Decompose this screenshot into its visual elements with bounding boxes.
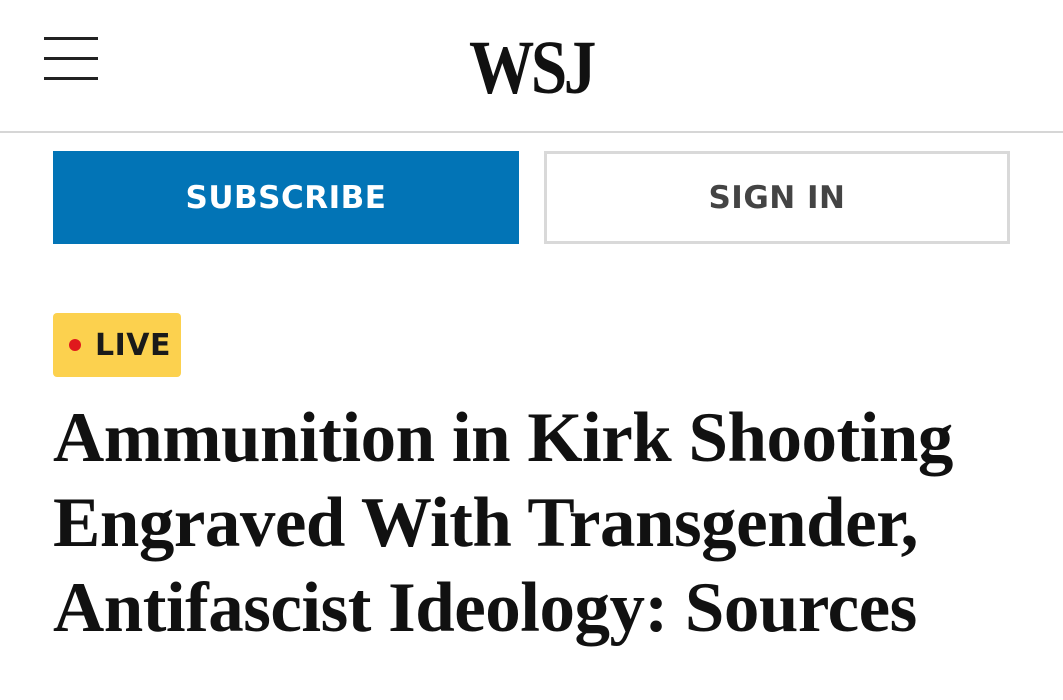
article-headline[interactable]: Ammunition in Kirk Shooting Engraved Wit… [53,396,1033,651]
hamburger-menu-icon[interactable] [40,30,104,88]
live-badge: LIVE [53,313,181,377]
wsj-logo[interactable]: WSJ [445,28,617,108]
live-badge-label: LIVE [95,327,171,363]
live-dot-icon [69,339,81,351]
subscribe-button[interactable]: SUBSCRIBE [53,151,519,244]
menu-bar [44,37,98,40]
menu-bar [44,77,98,80]
menu-bar [44,57,98,60]
sign-in-button[interactable]: SIGN IN [544,151,1010,244]
site-header: WSJ [0,0,1063,133]
